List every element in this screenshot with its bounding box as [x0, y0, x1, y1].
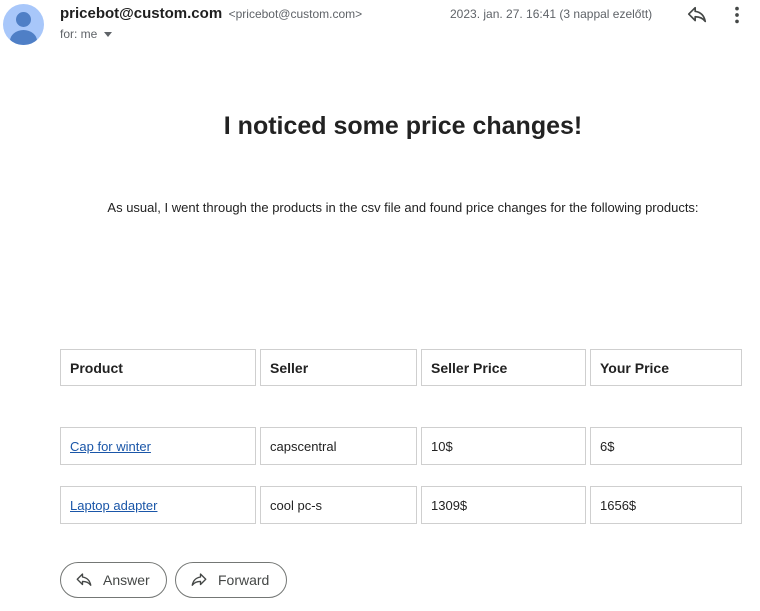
more-vert-icon[interactable] [726, 4, 748, 26]
avatar-body-shape [10, 30, 37, 45]
answer-button[interactable]: Answer [60, 562, 167, 598]
table-cell-seller: capscentral [260, 427, 417, 465]
table-cell-seller: cool pc-s [260, 486, 417, 524]
reply-icon[interactable] [686, 4, 708, 26]
table-cell-seller-price: 10$ [421, 427, 586, 465]
email-date: 2023. jan. 27. 16:41 (3 nappal ezelőtt) [450, 7, 653, 21]
forward-label: Forward [218, 572, 270, 588]
sender-line: pricebot@custom.com <pricebot@custom.com… [60, 5, 362, 23]
table-header-product: Product [60, 349, 256, 386]
forward-arrow-icon [191, 573, 207, 586]
table-cell-product: Laptop adapter [60, 486, 256, 524]
sender-email: <pricebot@custom.com> [228, 7, 363, 21]
sender-name[interactable]: pricebot@custom.com [60, 5, 222, 22]
email-heading: I noticed some price changes! [223, 112, 583, 140]
table-cell-your-price: 1656$ [590, 486, 742, 524]
table-cell-your-price: 6$ [590, 427, 742, 465]
table-cell-seller-price: 1309$ [421, 486, 586, 524]
product-link[interactable]: Cap for winter [70, 439, 151, 454]
table-header-seller: Seller [260, 349, 417, 386]
avatar-head-shape [16, 12, 31, 27]
table-header-your-price: Your Price [590, 349, 742, 386]
answer-label: Answer [103, 572, 150, 588]
avatar[interactable] [3, 4, 44, 45]
product-link[interactable]: Laptop adapter [70, 498, 157, 513]
reply-arrow-icon [76, 573, 92, 586]
chevron-down-icon[interactable] [104, 32, 113, 37]
table-header-seller-price: Seller Price [421, 349, 586, 386]
email-intro-text: As usual, I went through the products in… [107, 200, 699, 215]
table-cell-product: Cap for winter [60, 427, 256, 465]
forward-button[interactable]: Forward [175, 562, 287, 598]
recipient-toggle[interactable]: for: me [60, 27, 113, 41]
recipient-label: for: me [60, 27, 98, 41]
